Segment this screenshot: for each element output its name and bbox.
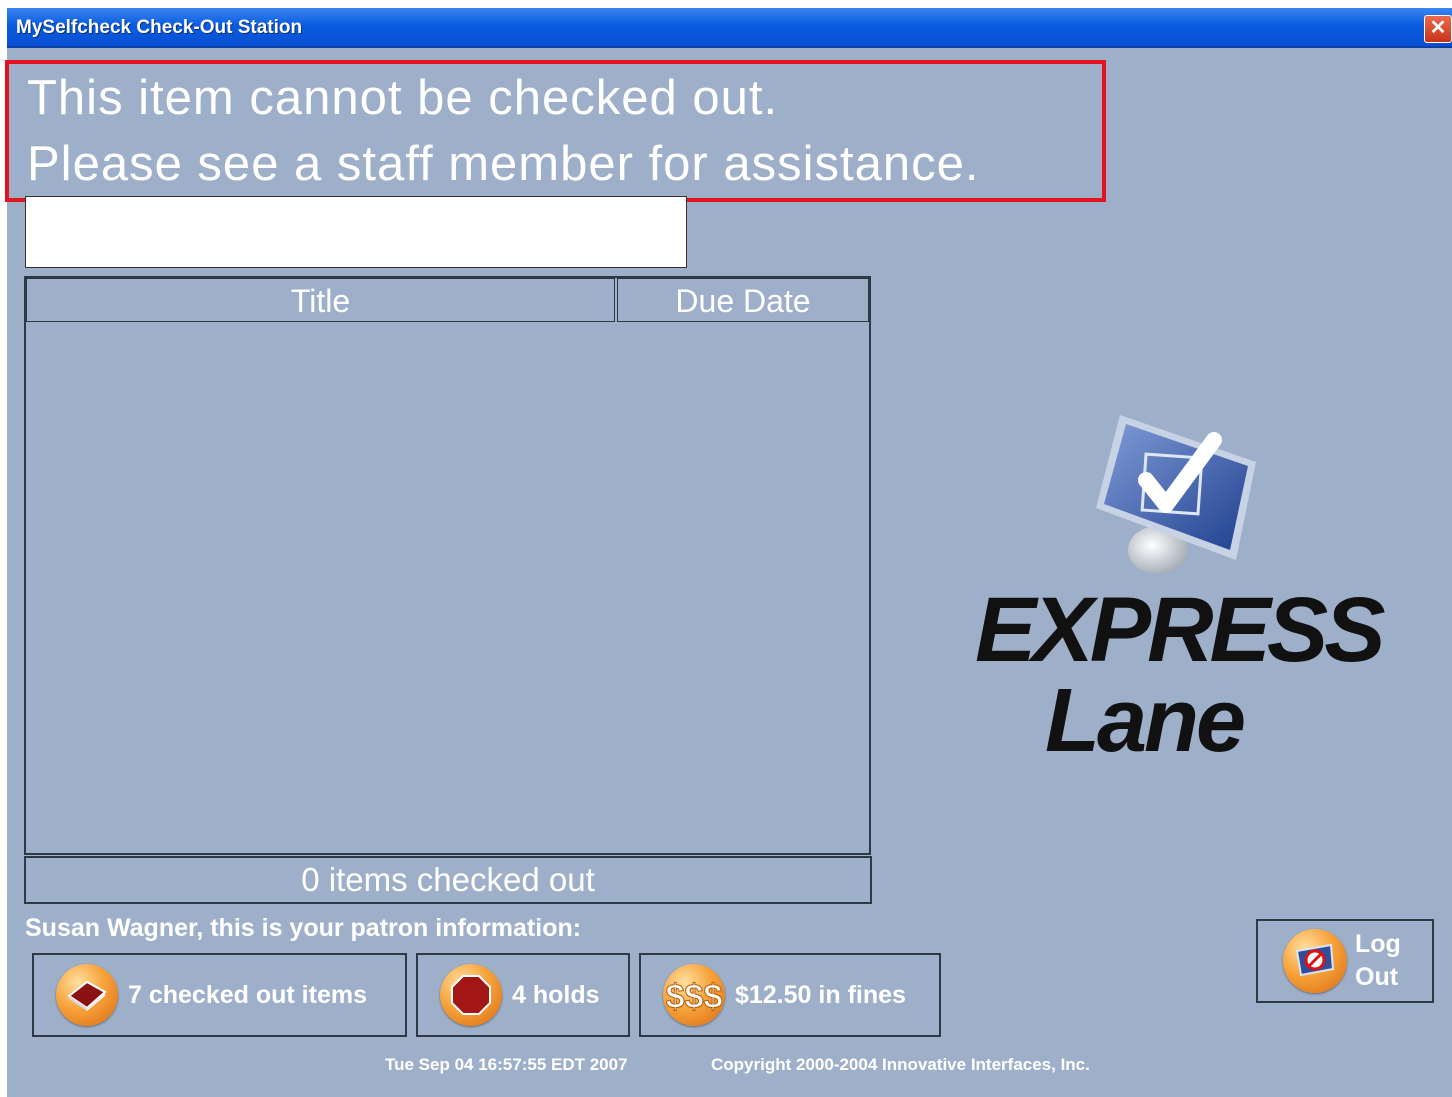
log-out-label-line2: Out	[1355, 963, 1399, 991]
holds-button[interactable]: 4 holds	[416, 953, 630, 1037]
patron-info-label: Susan Wagner, this is your patron inform…	[25, 914, 582, 942]
checked-out-items-label: 7 checked out items	[128, 980, 367, 1009]
no-entry-monitor-icon	[1283, 929, 1347, 993]
column-header-title[interactable]: Title	[26, 278, 615, 322]
stop-sign-icon	[440, 964, 502, 1026]
footer-copyright: Copyright 2000-2004 Innovative Interface…	[711, 1055, 1090, 1074]
checked-out-items-button[interactable]: 7 checked out items	[32, 953, 407, 1037]
book-icon	[56, 964, 118, 1026]
fines-label: $12.50 in fines	[735, 980, 906, 1009]
footer-datetime: Tue Sep 04 16:57:55 EDT 2007	[385, 1055, 628, 1074]
window-title: MySelfcheck Check-Out Station	[16, 17, 303, 38]
dollar-icon: $$$	[663, 964, 725, 1026]
error-message-line1: This item cannot be checked out.	[27, 71, 779, 125]
barcode-input[interactable]	[25, 196, 687, 268]
holds-label: 4 holds	[512, 980, 600, 1009]
checkout-table: Title Due Date	[24, 276, 871, 855]
log-out-label-line1: Log	[1355, 930, 1401, 958]
svg-text:$$$: $$$	[666, 978, 722, 1016]
logo-express-text: EXPRESS	[975, 579, 1386, 681]
error-message-line2: Please see a staff member for assistance…	[27, 137, 980, 191]
column-header-due-date[interactable]: Due Date	[617, 278, 869, 322]
log-out-button[interactable]: Log Out	[1256, 919, 1434, 1003]
close-button[interactable]: ✕	[1424, 15, 1452, 43]
items-checked-out-count: 0 items checked out	[24, 856, 872, 904]
logo-lane-text: Lane	[1045, 671, 1246, 771]
fines-button[interactable]: $$$ $12.50 in fines	[639, 953, 941, 1037]
title-bar: MySelfcheck Check-Out Station ✕	[7, 8, 1452, 48]
